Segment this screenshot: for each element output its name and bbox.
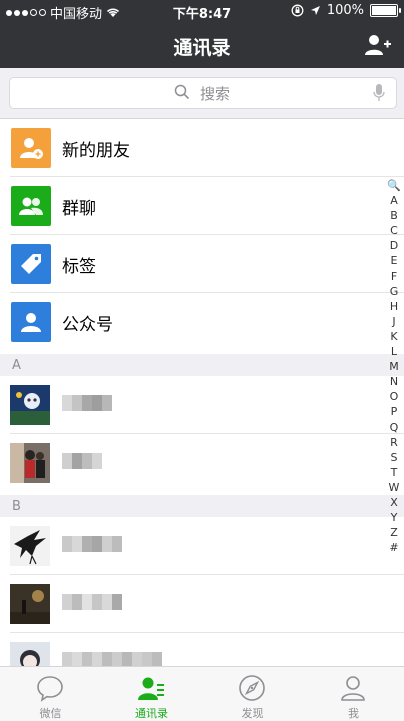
battery-icon <box>370 4 401 17</box>
contact-name-blurred <box>62 594 122 612</box>
tab-label: 我 <box>348 707 359 720</box>
avatar <box>10 584 50 624</box>
index-letter[interactable]: Z <box>385 525 403 540</box>
contact-row[interactable] <box>0 376 404 434</box>
contact-name-blurred <box>62 395 112 413</box>
section-letter: A <box>12 358 21 373</box>
menu-item-group-chat[interactable]: 群聊 <box>0 177 404 235</box>
compass-icon <box>239 675 265 701</box>
location-icon <box>310 6 320 15</box>
menu-item-label: 新的朋友 <box>62 141 130 161</box>
new-friend-icon <box>11 128 51 168</box>
index-letter[interactable]: D <box>385 238 403 253</box>
contact-name-blurred <box>62 536 122 554</box>
battery-percent: 100% <box>326 3 364 18</box>
tab-bar: 微信 通讯录 发现 我 <box>0 666 404 721</box>
microphone-icon[interactable] <box>372 83 386 103</box>
official-account-icon <box>11 302 51 342</box>
index-letter[interactable]: F <box>385 269 403 284</box>
index-letter[interactable]: T <box>385 465 403 480</box>
index-letter[interactable]: # <box>385 540 403 555</box>
tab-label: 发现 <box>241 707 264 720</box>
contact-row[interactable] <box>0 633 404 667</box>
search-bar: 搜索 <box>0 68 404 119</box>
search-placeholder: 搜索 <box>200 85 231 103</box>
tab-me[interactable]: 我 <box>303 667 404 721</box>
avatar <box>10 385 50 425</box>
index-letter[interactable]: C <box>385 223 403 238</box>
status-right: 100% <box>291 3 401 18</box>
index-letter[interactable]: Q <box>385 420 403 435</box>
menu-item-tags[interactable]: 标签 <box>0 235 404 293</box>
index-letter[interactable]: X <box>385 495 403 510</box>
tab-discover[interactable]: 发现 <box>202 667 303 721</box>
page-title: 通讯录 <box>173 37 231 59</box>
nav-bar: 通讯录 <box>0 22 404 68</box>
contact-row[interactable] <box>0 575 404 633</box>
tab-label: 微信 <box>39 707 62 720</box>
menu-item-label: 标签 <box>62 257 96 277</box>
index-letter[interactable]: A <box>385 193 403 208</box>
index-letter[interactable]: B <box>385 208 403 223</box>
index-letter[interactable]: W <box>385 480 403 495</box>
index-letter[interactable]: J <box>385 314 403 329</box>
tab-label: 通讯录 <box>135 707 168 720</box>
group-chat-icon <box>11 186 51 226</box>
contact-row[interactable] <box>0 434 404 492</box>
menu-item-new-friends[interactable]: 新的朋友 <box>0 119 404 177</box>
index-letter[interactable]: L <box>385 344 403 359</box>
index-letter[interactable]: M <box>385 359 403 374</box>
index-letter[interactable]: R <box>385 435 403 450</box>
tab-contacts[interactable]: 通讯录 <box>101 667 202 721</box>
contact-row[interactable] <box>0 517 404 575</box>
rotation-lock-icon <box>291 4 304 17</box>
index-search-icon[interactable]: 🔍 <box>385 178 403 193</box>
status-bar: 中国移动 下午8:47 100% <box>0 0 404 22</box>
index-letter[interactable]: K <box>385 329 403 344</box>
index-letter[interactable]: S <box>385 450 403 465</box>
contacts-icon <box>138 677 164 700</box>
menu-item-official-accounts[interactable]: 公众号 <box>0 293 404 351</box>
tab-chats[interactable]: 微信 <box>0 667 101 721</box>
section-header-b: B <box>0 495 404 517</box>
index-letter[interactable]: P <box>385 404 403 419</box>
avatar <box>10 443 50 483</box>
index-letter[interactable]: G <box>385 284 403 299</box>
add-contact-icon[interactable] <box>364 31 392 59</box>
index-letter[interactable]: E <box>385 253 403 268</box>
index-letter[interactable]: H <box>385 299 403 314</box>
section-letter: B <box>12 499 21 514</box>
search-icon <box>174 84 190 100</box>
menu-item-label: 群聊 <box>62 199 96 219</box>
person-icon <box>341 676 365 701</box>
index-letter[interactable]: N <box>385 374 403 389</box>
menu-item-label: 公众号 <box>62 315 113 335</box>
alphabet-index[interactable]: 🔍 A B C D E F G H J K L M N O P Q R S T … <box>385 178 403 555</box>
search-input[interactable]: 搜索 <box>9 77 397 109</box>
tag-icon <box>11 244 51 284</box>
index-letter[interactable]: Y <box>385 510 403 525</box>
contact-name-blurred <box>62 453 102 471</box>
section-header-a: A <box>0 354 404 376</box>
contact-name-blurred <box>62 652 162 667</box>
avatar <box>10 642 50 667</box>
index-letter[interactable]: O <box>385 389 403 404</box>
avatar <box>10 526 50 566</box>
chat-bubble-icon <box>37 676 63 702</box>
